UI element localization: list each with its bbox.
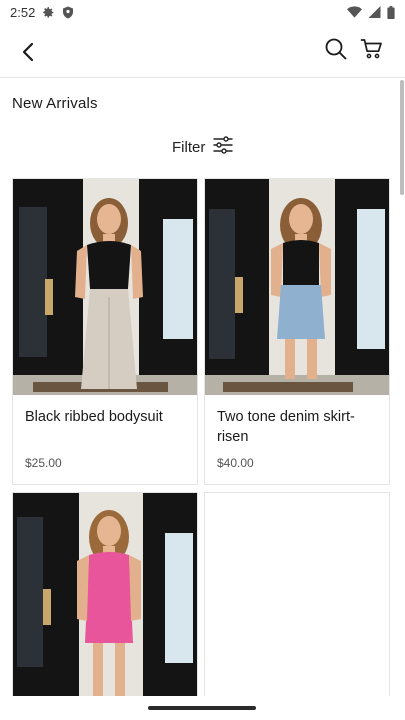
product-card[interactable]: Two tone denim skirt- risen $40.00 <box>204 178 390 485</box>
product-card[interactable]: Black ribbed bodysuit $25.00 <box>12 178 198 485</box>
filter-button[interactable]: Filter <box>172 135 234 159</box>
status-bar: 2:52 <box>0 0 405 24</box>
product-name: Black ribbed bodysuit <box>25 409 163 425</box>
battery-icon <box>387 5 395 19</box>
cart-icon[interactable] <box>358 35 386 63</box>
signal-icon <box>368 6 381 18</box>
product-image <box>13 179 197 395</box>
status-time: 2:52 <box>10 4 36 20</box>
shield-icon <box>62 6 74 19</box>
app-bar <box>0 24 405 78</box>
sliders-icon <box>213 135 234 159</box>
product-image <box>13 493 197 701</box>
product-image <box>205 179 389 395</box>
product-name: Two tone denim skirt- risen <box>217 409 355 445</box>
wifi-icon <box>347 6 362 18</box>
page-title: New Arrivals <box>12 95 98 112</box>
filter-label: Filter <box>172 138 206 156</box>
product-card-placeholder <box>204 492 390 702</box>
home-gesture-pill[interactable] <box>148 706 256 710</box>
product-price: $40.00 <box>217 456 254 470</box>
product-price: $25.00 <box>25 456 62 470</box>
gear-icon <box>42 6 55 19</box>
search-icon[interactable] <box>322 35 350 63</box>
product-card[interactable] <box>12 492 198 702</box>
scrollbar[interactable] <box>400 80 404 195</box>
back-arrow-icon[interactable] <box>14 38 42 66</box>
